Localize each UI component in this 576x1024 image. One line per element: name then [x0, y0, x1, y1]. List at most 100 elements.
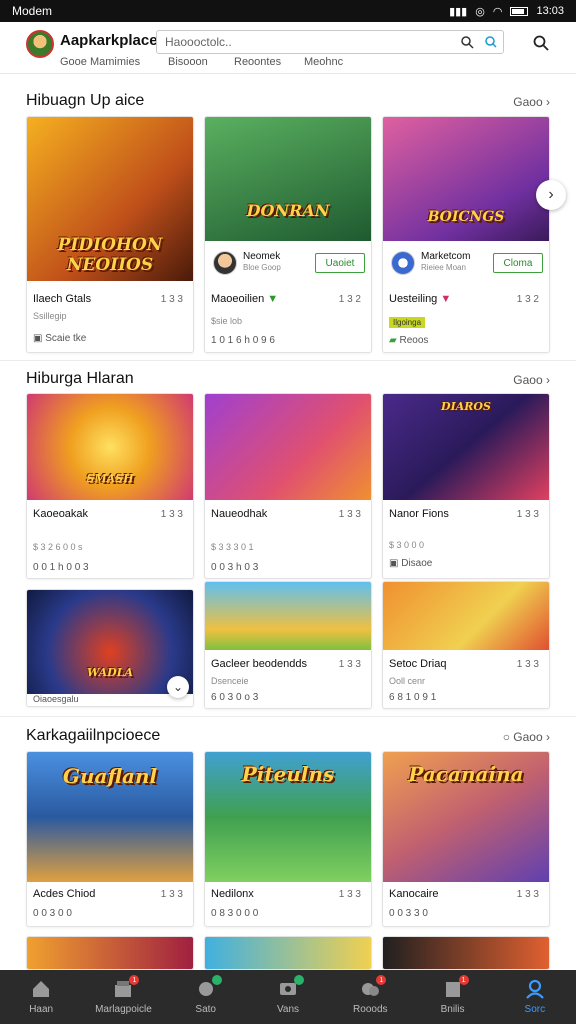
app-name: Nanor Fions — [389, 508, 449, 520]
app-version: 1 3 3 — [338, 889, 361, 900]
developer-row: Marketcom Rieiee Moan Cloma — [389, 249, 543, 279]
nav-library[interactable]: 1 Bnilis — [411, 970, 493, 1024]
app-size: 0 0 3 3 0 — [389, 908, 428, 919]
tab-reoontes[interactable]: Reoontes — [234, 56, 281, 68]
library-icon: 1 — [442, 975, 469, 1000]
app-badge: Ilgoinga — [389, 317, 426, 328]
app-version: 1 3 3 — [160, 294, 183, 305]
app-card[interactable]: PIDIOHON NEOIIOS Ilaech Gtals 1 3 3 Ssil… — [26, 116, 194, 353]
app-card[interactable]: Gacleer beodendds 1 3 3 Dsenceie 6 0 3 0… — [204, 581, 372, 709]
profile-icon — [526, 979, 544, 999]
app-name: Uesteiling ▼ — [389, 293, 452, 305]
app-card[interactable]: Guaflanl Acdes Chiod 1 3 3 0 0 3 0 0 — [26, 751, 194, 927]
carrier-label: Modem — [12, 4, 53, 18]
app-banner — [383, 582, 549, 650]
nav-games[interactable]: Sato — [165, 970, 247, 1024]
banner-text: SMASH — [86, 472, 134, 485]
app-tag: ▰ Reoos — [389, 335, 429, 346]
app-header: Aapkarkplace Gooe Mamimies Bisooon Reoon… — [0, 22, 576, 74]
see-all-link[interactable]: ○ Gaoo › — [503, 730, 550, 744]
app-card[interactable]: Naueodhak 1 3 3 $ 3 3 3 0 1 0 0 3 h 0 3 — [204, 393, 372, 579]
status-icons: ▮▮▮ ◎ ◠ 13:03 — [449, 5, 564, 18]
developer-sub: Rieiee Moan — [421, 263, 466, 272]
location-icon: ◎ — [475, 5, 485, 18]
app-card[interactable]: DIAROS Nanor Fions 1 3 3 $ 3 0 0 0 ▣ Dis… — [382, 393, 550, 579]
app-banner — [205, 582, 371, 650]
app-name: Kanocaire — [389, 888, 439, 900]
app-banner: WADLA — [27, 590, 193, 694]
nav-profile[interactable]: Sorc — [494, 970, 576, 1024]
developer-avatar — [213, 251, 237, 275]
app-card[interactable]: BOICNGS Marketcom Rieiee Moan Cloma Uest… — [382, 116, 550, 353]
app-banner: SMASH — [27, 394, 193, 500]
app-meta: Ooll cenr — [389, 676, 426, 686]
gamepad-icon — [195, 975, 222, 1000]
app-card[interactable]: Piteulns Nedilonx 1 3 3 0 8 3 0 0 0 — [204, 751, 372, 927]
app-banner — [205, 937, 371, 969]
carousel-next-button[interactable]: › — [536, 180, 566, 210]
app-tag: ▣ Scaie tke — [33, 333, 87, 344]
banner-text: Pacanaina — [408, 762, 524, 786]
app-banner: Guaflanl — [27, 752, 193, 882]
tab-bisooon[interactable]: Bisooon — [168, 56, 208, 68]
section-divider — [0, 716, 576, 717]
app-version: 1 3 3 — [160, 889, 183, 900]
app-version: 1 3 3 — [160, 509, 183, 520]
tab-gooe[interactable]: Gooe Mamimies — [60, 56, 140, 68]
see-all-link[interactable]: Gaoo › — [513, 373, 550, 387]
bottom-nav: Haan 1 Marlagpoicle Sato Vans 1 Rooods 1 — [0, 970, 576, 1024]
battery-icon — [510, 6, 529, 16]
banner-text: Guaflanl — [62, 764, 158, 788]
app-name: Nedilonx — [211, 888, 254, 900]
app-banner: BOICNGS — [383, 117, 549, 241]
app-card[interactable] — [204, 936, 372, 970]
search-icon[interactable] — [460, 35, 474, 49]
app-meta: Ssillegip — [33, 311, 67, 321]
app-card[interactable]: DONRAN Neomek Bloe Goop Uaoiet Maoeoilie… — [204, 116, 372, 353]
app-name: Gacleer beodendds — [211, 658, 308, 670]
app-card[interactable] — [26, 936, 194, 970]
install-button[interactable]: Cloma — [493, 253, 543, 273]
sub-tabs: Gooe Mamimies Bisooon Reoontes Meohnc — [0, 56, 576, 72]
app-banner: PIDIOHON NEOIIOS — [27, 117, 193, 281]
app-price: $sie lob — [211, 316, 243, 326]
chevron-down-icon: ⌄ — [172, 680, 184, 694]
app-name: Oiaoesgalu — [33, 694, 79, 704]
app-banner — [205, 394, 371, 500]
banner-text: Piteulns — [241, 762, 335, 786]
signal-icon: ▮▮▮ — [449, 5, 468, 18]
install-button[interactable]: Uaoiet — [315, 253, 365, 273]
app-card[interactable]: SMASH Kaoeoakak 1 3 3 $ 3 2 6 0 0 s 0 0 … — [26, 393, 194, 579]
header-search-icon[interactable] — [532, 34, 550, 52]
app-name: Ilaech Gtals — [33, 293, 92, 305]
app-meta: Dsenceie — [211, 676, 249, 686]
voice-search-icon[interactable] — [484, 35, 498, 49]
app-card[interactable]: Setoc Driaq 1 3 3 Ooll cenr 6 8 1 0 9 1 — [382, 581, 550, 709]
app-logo[interactable] — [26, 30, 54, 58]
nav-marketplace[interactable]: 1 Marlagpoicle — [82, 970, 164, 1024]
developer-sub: Bloe Goop — [243, 263, 281, 272]
nav-videos[interactable]: Vans — [247, 970, 329, 1024]
expand-button[interactable]: ⌄ — [167, 676, 189, 698]
app-card[interactable]: WADLA Oiaoesgalu ⌄ — [26, 589, 194, 707]
app-size: 6 8 1 0 9 1 — [389, 692, 437, 703]
app-version: 1 3 3 — [516, 509, 539, 520]
app-card[interactable] — [382, 936, 550, 970]
app-version: 1 3 3 — [338, 659, 361, 670]
tab-meohnc[interactable]: Meohnc — [304, 56, 343, 68]
nav-rewards[interactable]: 1 Rooods — [329, 970, 411, 1024]
search-input[interactable] — [156, 30, 504, 54]
app-banner: Pacanaina — [383, 752, 549, 882]
store-icon: 1 — [112, 975, 140, 1000]
app-price: $ 3 3 3 0 1 — [211, 542, 254, 552]
app-title: Aapkarkplace — [60, 32, 158, 49]
nav-home[interactable]: Haan — [0, 970, 82, 1024]
app-banner: DONRAN — [205, 117, 371, 241]
app-size: 0 0 3 0 0 — [33, 908, 72, 919]
banner-text: BOICNGS — [427, 209, 505, 225]
section-divider — [0, 360, 576, 361]
app-card[interactable]: Pacanaina Kanocaire 1 3 3 0 0 3 3 0 — [382, 751, 550, 927]
section-title: Karkagaiilnpcioece — [26, 727, 161, 744]
status-bar: Modem ▮▮▮ ◎ ◠ 13:03 — [0, 0, 576, 22]
see-all-link[interactable]: Gaoo › — [513, 95, 550, 109]
